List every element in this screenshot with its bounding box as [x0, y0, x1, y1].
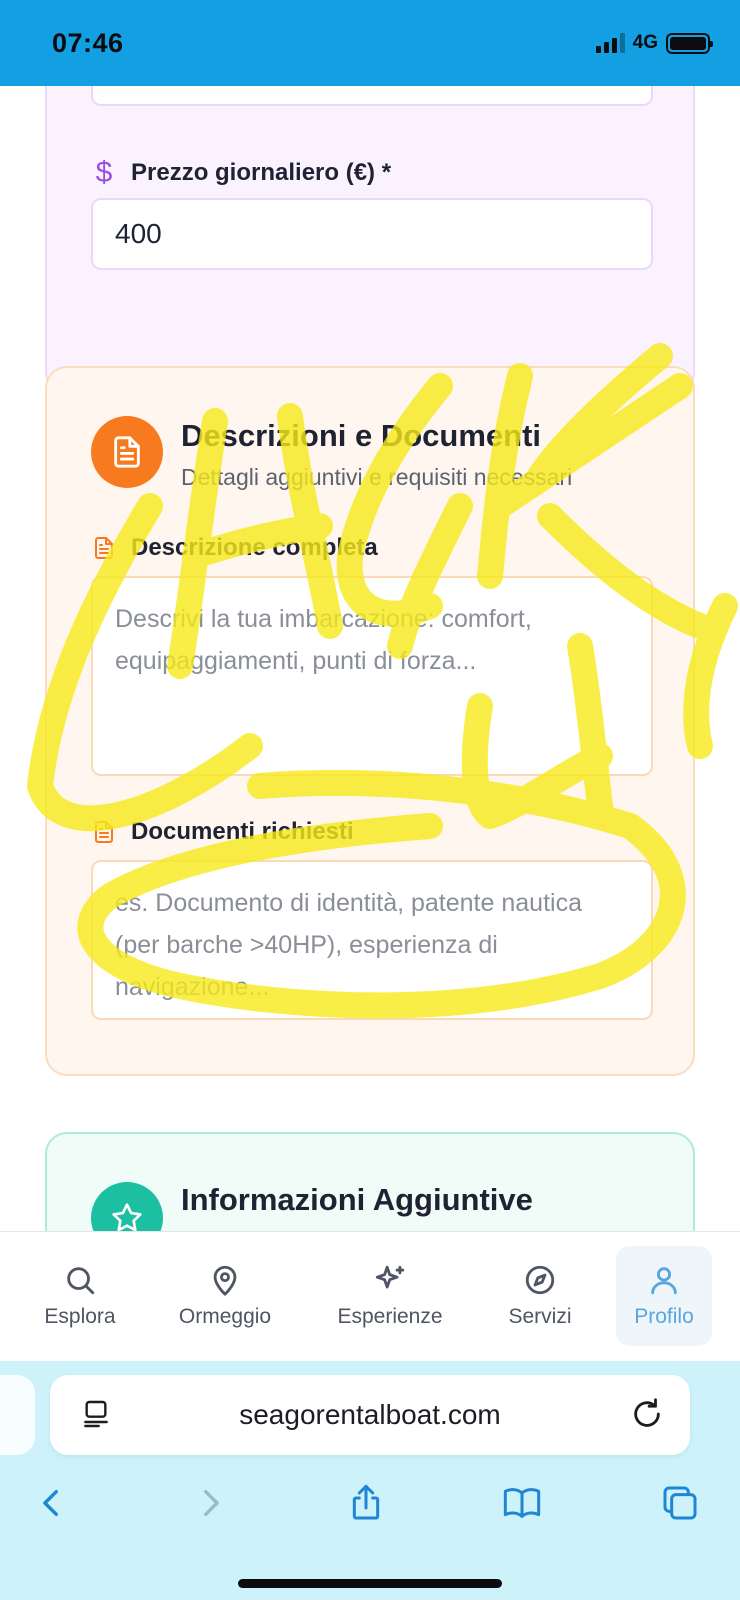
sparkles-icon [375, 1265, 405, 1289]
battery-icon [666, 32, 713, 54]
required-documents-label-text: Documenti richiesti [131, 818, 354, 845]
share-icon[interactable] [336, 1473, 396, 1533]
address-bar[interactable]: seagorentalboat.com [50, 1375, 690, 1455]
file-text-icon [91, 534, 117, 562]
required-documents-textarea[interactable]: es. Documento di identità, patente nauti… [91, 860, 653, 1020]
star-section-icon [91, 1182, 163, 1231]
status-time: 07:46 [52, 28, 124, 58]
tab-ormeggio[interactable]: Ormeggio [160, 1246, 290, 1346]
tab-esplora[interactable]: Esplora [20, 1246, 140, 1346]
full-description-label: Descrizione completa [91, 534, 378, 562]
descriptions-subtitle: Dettagli aggiuntivi e requisiti necessar… [181, 464, 573, 490]
tab-profilo[interactable]: Profilo [616, 1246, 712, 1346]
tab-profilo-label: Profilo [634, 1305, 694, 1328]
document-section-icon [91, 416, 163, 488]
network-type: 4G [632, 32, 658, 53]
bookmarks-icon[interactable] [492, 1473, 552, 1533]
tab-servizi[interactable]: Servizi [485, 1246, 595, 1346]
form-content[interactable]: $ Prezzo giornaliero (€) * 400 Descrizio… [0, 86, 740, 1231]
previous-input-field[interactable] [91, 86, 653, 106]
browser-toolbar: seagorentalboat.com [0, 1361, 740, 1600]
full-description-textarea[interactable]: Descrivi la tua imbarcazione: comfort, e… [91, 576, 653, 776]
pricing-card: $ Prezzo giornaliero (€) * 400 [45, 86, 695, 394]
dollar-icon: $ [95, 156, 113, 189]
status-bar: 07:46 4G [0, 0, 740, 86]
home-indicator [238, 1579, 502, 1588]
file-text-icon [91, 818, 117, 846]
map-pin-icon [213, 1265, 237, 1296]
tabs-icon[interactable] [650, 1473, 710, 1533]
reload-icon[interactable] [630, 1397, 664, 1436]
tab-servizi-label: Servizi [508, 1305, 572, 1328]
tab-esperienze[interactable]: Esperienze [320, 1246, 460, 1346]
daily-price-label-text: Prezzo giornaliero (€) * [131, 159, 392, 186]
signal-icon [595, 33, 625, 53]
user-icon [651, 1267, 677, 1295]
url-text: seagorentalboat.com [239, 1399, 501, 1430]
search-icon [67, 1267, 95, 1295]
compass-icon [525, 1265, 555, 1295]
status-indicators: 4G [595, 32, 713, 54]
daily-price-input[interactable]: 400 [91, 198, 653, 270]
daily-price-label: $ Prezzo giornaliero (€) * [91, 156, 391, 190]
back-arrow-icon[interactable] [22, 1473, 82, 1533]
bottom-tab-bar: Esplora Ormeggio Esperienze Servizi Prof… [0, 1231, 740, 1361]
forward-arrow-icon[interactable] [180, 1473, 240, 1533]
additional-info-title: Informazioni Aggiuntive [181, 1182, 533, 1217]
additional-info-card: Informazioni Aggiuntive [45, 1132, 695, 1231]
full-description-label-text: Descrizione completa [131, 534, 378, 561]
tab-ormeggio-label: Ormeggio [178, 1305, 272, 1328]
descriptions-card: Descrizioni e Documenti Dettagli aggiunt… [45, 366, 695, 1076]
tab-esperienze-label: Esperienze [337, 1305, 443, 1328]
previous-tab-preview[interactable] [0, 1375, 35, 1455]
required-documents-label: Documenti richiesti [91, 818, 354, 846]
descriptions-title: Descrizioni e Documenti [181, 418, 542, 453]
tab-esplora-label: Esplora [44, 1305, 116, 1328]
